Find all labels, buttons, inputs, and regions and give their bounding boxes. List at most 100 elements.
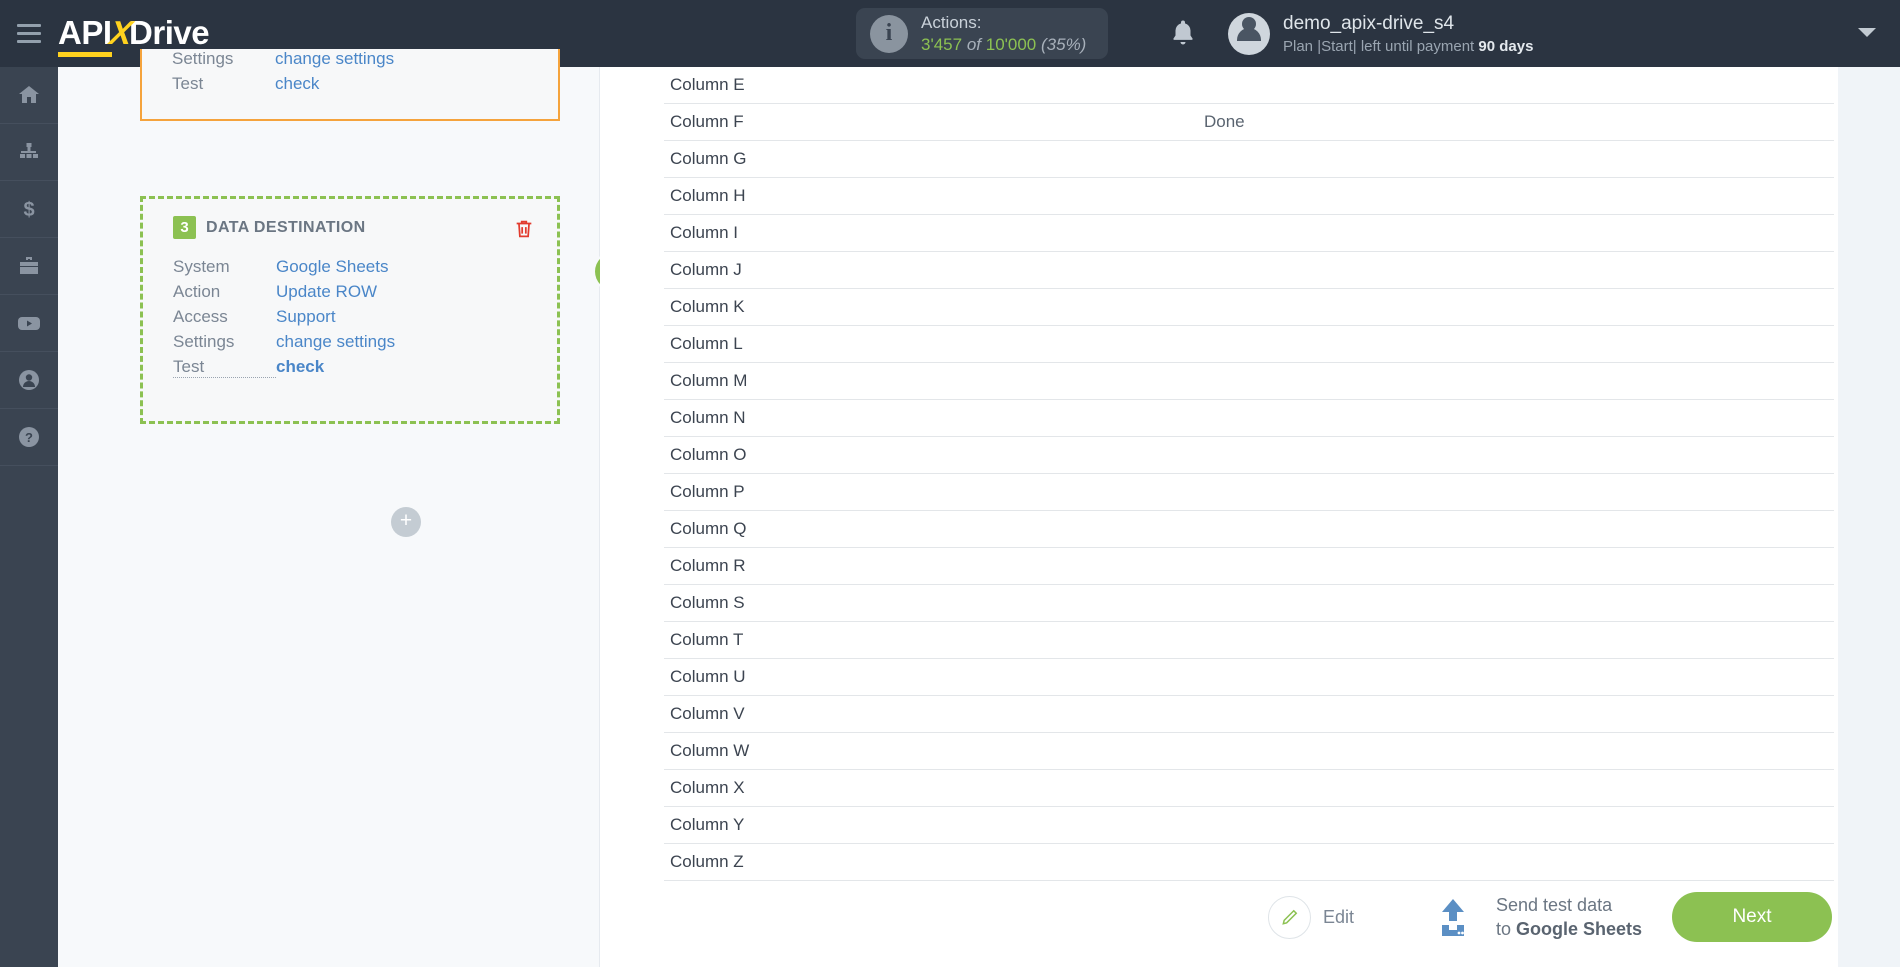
logo-x-text: X — [106, 13, 134, 51]
edit-button[interactable]: Edit — [1268, 895, 1354, 939]
table-row[interactable]: Column T — [664, 622, 1834, 659]
table-row[interactable]: Column P — [664, 474, 1834, 511]
add-step-button-bottom[interactable]: + — [391, 507, 421, 537]
table-row[interactable]: Column E — [664, 67, 1834, 104]
row-value-link[interactable]: change settings — [276, 332, 395, 352]
card-row: System Google Sheets — [173, 257, 535, 277]
connection-scheme-panel: Settings change settings Test check + 3 … — [58, 49, 632, 967]
card-row: Test check — [173, 357, 535, 378]
send-line-2-prefix: to — [1496, 919, 1517, 939]
table-row[interactable]: Column Y — [664, 807, 1834, 844]
send-line-1: Send test data — [1496, 894, 1613, 915]
question-icon: ? — [19, 427, 39, 447]
hamburger-icon[interactable] — [0, 0, 58, 67]
card-row: Settings change settings — [173, 332, 535, 352]
send-test-data-button[interactable]: Send test data to Google Sheets — [1430, 893, 1642, 942]
row-key: Action — [173, 282, 221, 301]
table-row[interactable]: Column R — [664, 548, 1834, 585]
sidebar-item-help[interactable]: ? — [0, 409, 58, 466]
row-value-link[interactable]: Support — [276, 307, 336, 327]
sidebar-item-account[interactable] — [0, 352, 58, 409]
trash-icon[interactable] — [513, 217, 535, 246]
table-cell-name: Column M — [670, 371, 748, 390]
user-plan-days: 90 days — [1478, 37, 1534, 55]
actions-quota-text: Actions: 3'457 of 10'000 (35%) — [921, 12, 1086, 55]
table-row[interactable]: Column X — [664, 770, 1834, 807]
card-row: Settings change settings — [172, 49, 536, 69]
table-cell-name: Column U — [670, 667, 746, 686]
table-row[interactable]: Column V — [664, 696, 1834, 733]
table-cell-name: Column Q — [670, 519, 747, 538]
app-logo[interactable]: API X Drive — [58, 13, 210, 57]
actions-percent: (35%) — [1041, 34, 1087, 54]
sidebar-item-video[interactable] — [0, 295, 58, 352]
table-row[interactable]: Column I — [664, 215, 1834, 252]
table-row[interactable]: Column O — [664, 437, 1834, 474]
actions-quota-box[interactable]: i Actions: 3'457 of 10'000 (35%) — [856, 8, 1109, 59]
table-row[interactable]: Column Q — [664, 511, 1834, 548]
table-cell-name: Column Y — [670, 815, 745, 834]
table-cell-name: Column F — [670, 112, 744, 131]
sidebar-item-billing[interactable]: $ — [0, 181, 58, 238]
actions-total: 10'000 — [985, 34, 1037, 54]
sidebar-item-home[interactable] — [0, 67, 58, 124]
upload-icon — [1442, 899, 1464, 936]
actions-value: 3'457 of 10'000 (35%) — [921, 34, 1086, 55]
actions-label: Actions: — [921, 13, 982, 33]
bell-icon[interactable] — [1168, 17, 1198, 54]
row-value-link[interactable]: Update ROW — [276, 282, 377, 302]
send-target-system: Google Sheets — [1516, 919, 1643, 939]
table-cell-name: Column V — [670, 704, 745, 723]
chevron-down-icon[interactable] — [1858, 28, 1876, 37]
row-key: Test — [173, 357, 276, 378]
table-row[interactable]: Column F Done — [664, 104, 1834, 141]
scheme-card-previous[interactable]: Settings change settings Test check — [140, 49, 560, 121]
table-cell-name: Column K — [670, 297, 745, 316]
table-row[interactable]: Column M — [664, 363, 1834, 400]
row-value-link[interactable]: check — [275, 74, 319, 94]
svg-text:?: ? — [25, 430, 33, 445]
row-value-link[interactable]: check — [276, 357, 324, 378]
table-cell-name: Column H — [670, 186, 746, 205]
table-cell-name: Column E — [670, 75, 745, 94]
table-cell-name: Column G — [670, 149, 747, 168]
table-row[interactable]: Column J — [664, 252, 1834, 289]
table-cell-name: Column T — [670, 630, 744, 649]
field-mapping-table: Column E Column F Done Column G Column H Colu… — [664, 67, 1834, 881]
user-account-block[interactable]: demo_apix-drive_s4 Plan |Start| left unt… — [1228, 12, 1533, 56]
hamburger-line — [17, 40, 41, 43]
table-cell-name: Column L — [670, 334, 743, 353]
table-row[interactable]: Column L — [664, 326, 1834, 363]
table-row[interactable]: Column G — [664, 141, 1834, 178]
table-row[interactable]: Column K — [664, 289, 1834, 326]
dollar-icon: $ — [23, 199, 34, 221]
user-name: demo_apix-drive_s4 — [1283, 13, 1455, 34]
table-row[interactable]: Column N — [664, 400, 1834, 437]
table-row[interactable]: Column S — [664, 585, 1834, 622]
send-test-data-text: Send test data to Google Sheets — [1496, 893, 1642, 942]
page-title: DATA DESTINATION — [206, 218, 366, 236]
table-cell-name: Column X — [670, 778, 745, 797]
scheme-card-data-destination[interactable]: 3 DATA DESTINATION System Google Sheets … — [140, 196, 560, 424]
row-key: Test — [172, 74, 204, 93]
row-value-link[interactable]: Google Sheets — [276, 257, 388, 277]
row-key: Access — [173, 307, 228, 326]
card-row: Test check — [172, 74, 536, 94]
table-row[interactable]: Column H — [664, 178, 1834, 215]
youtube-icon — [18, 317, 40, 330]
table-cell-name: Column R — [670, 556, 746, 575]
card-row: Action Update ROW — [173, 282, 535, 302]
next-button[interactable]: Next — [1672, 892, 1832, 942]
actions-used: 3'457 — [921, 34, 963, 54]
main-content: Column E Column F Done Column G Column H Colu… — [600, 67, 1900, 967]
info-icon: i — [870, 14, 908, 53]
card-row: Access Support — [173, 307, 535, 327]
logo-api-text: API — [58, 14, 112, 57]
table-row[interactable]: Column W — [664, 733, 1834, 770]
table-row[interactable]: Column U — [664, 659, 1834, 696]
sidebar-item-business[interactable] — [0, 238, 58, 295]
footer-bar: Edit Send test data to Google Sheets Nex… — [600, 867, 1900, 967]
row-value-link[interactable]: change settings — [275, 49, 394, 69]
sidebar-item-connections[interactable] — [0, 124, 58, 181]
row-key: Settings — [173, 332, 235, 351]
